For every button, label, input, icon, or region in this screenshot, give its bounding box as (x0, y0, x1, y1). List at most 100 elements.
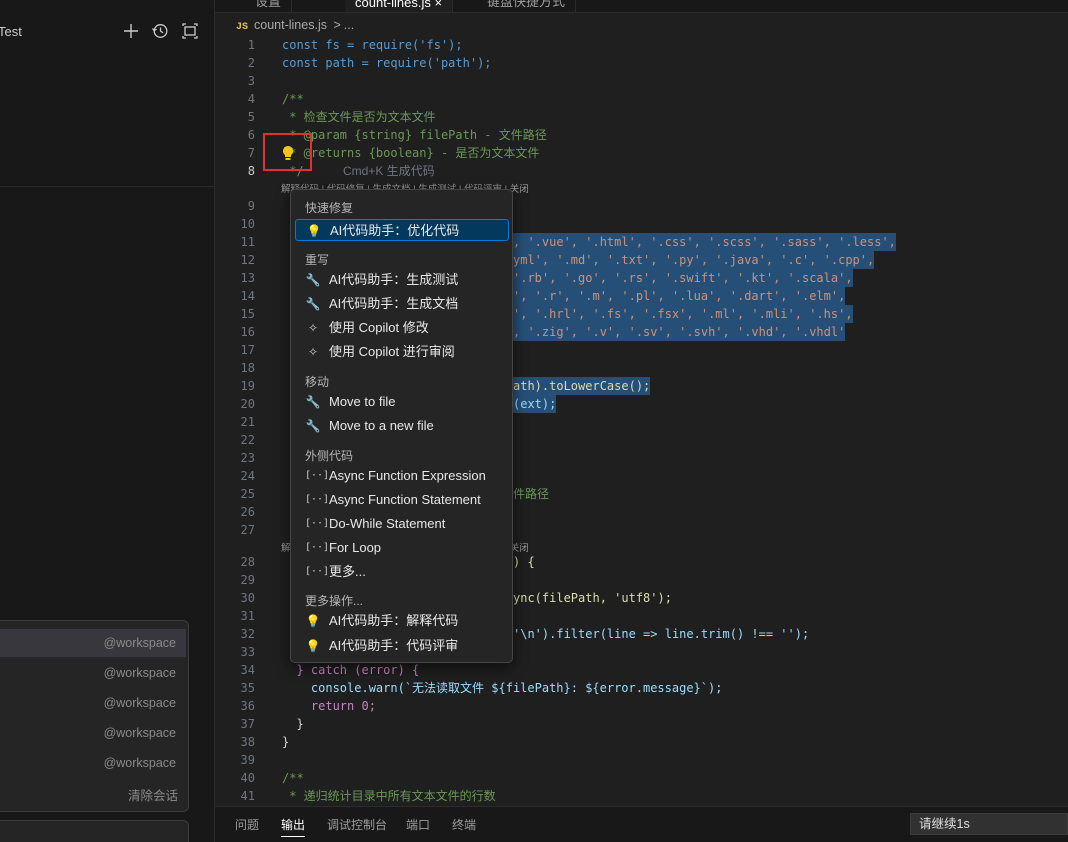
tab-terminal[interactable]: 终端 (452, 816, 476, 833)
sidebar-divider (0, 186, 215, 187)
history-item-label: @workspace (103, 756, 176, 770)
snippet-icon: [··] (305, 494, 330, 505)
menu-item-generate-test[interactable]: 🔧 AI代码助手：生成测试 (295, 269, 509, 291)
line-number: 33 (240, 645, 255, 659)
history-item[interactable]: @workspace (0, 629, 186, 657)
code-line: '.rb', '.go', '.rs', '.swift', '.kt', '.… (513, 269, 853, 287)
menu-item-label: 使用 Copilot 进行审阅 (329, 344, 455, 359)
tab-keybindings[interactable]: 键盘快捷方式 (477, 0, 577, 12)
tab-debug-console[interactable]: 调试控制台 (327, 816, 387, 833)
code-line: * 检查文件是否为文本文件 (282, 110, 436, 124)
code-line: ath).toLowerCase(); (513, 377, 651, 395)
line-number: 35 (240, 681, 255, 695)
line-number: 17 (240, 343, 255, 357)
clear-chat-button[interactable]: 清除会话 (128, 785, 178, 804)
code-line: /** (282, 771, 304, 785)
tab-count-lines[interactable]: count-lines.js × (345, 0, 454, 12)
menu-item-label: Do-While Statement (329, 516, 446, 531)
breadcrumb-file[interactable]: count-lines.js (254, 18, 327, 32)
menu-item-for-loop[interactable]: [··] For Loop (295, 537, 509, 559)
menu-item-move-to-file[interactable]: 🔧 Move to file (295, 391, 509, 413)
menu-item-label: Async Function Expression (329, 468, 486, 483)
history-item[interactable]: @workspace (0, 719, 186, 747)
tab-label: 设置 (255, 0, 282, 9)
line-number: 18 (240, 361, 255, 375)
menu-item-code-review[interactable]: 💡 AI代码助手：代码评审 (295, 635, 509, 657)
line-number: 15 (240, 307, 255, 321)
menu-item-explain-code[interactable]: 💡 AI代码助手：解释代码 (295, 610, 509, 632)
line-number: 9 (247, 199, 255, 213)
code-line: } (282, 735, 290, 749)
code-line: * @param {string} filePath - 文件路径 (282, 128, 547, 142)
tab-output[interactable]: 输出 (281, 816, 306, 837)
menu-item-label: 使用 Copilot 修改 (329, 320, 429, 335)
line-number: 6 (247, 128, 255, 142)
code-line: const fs = require('fs'); (282, 38, 463, 52)
code-line: } (282, 717, 304, 731)
menu-item-label: AI代码助手：优化代码 (330, 223, 460, 238)
bottom-panel-bar: 问题 输出 调试控制台 端口 终端 请继续1s (215, 806, 1068, 842)
code-line: console.warn(`无法读取文件 ${filePath}: ${erro… (282, 681, 723, 695)
close-icon[interactable]: × (435, 0, 443, 10)
menu-item-copilot-modify[interactable]: ✧ 使用 Copilot 修改 (295, 317, 509, 339)
code-line: /** (282, 92, 304, 106)
line-number: 28 (240, 555, 255, 569)
line-number: 4 (247, 92, 255, 106)
menu-item-async-statement[interactable]: [··] Async Function Statement (295, 489, 509, 511)
code-line: * 递归统计目录中所有文本文件的行数 (282, 789, 496, 803)
line-number: 8 (247, 164, 255, 178)
maximize-icon[interactable] (181, 22, 201, 42)
history-item-label: @workspace (103, 726, 176, 740)
menu-item-do-while[interactable]: [··] Do-While Statement (295, 513, 509, 535)
menu-group-rewrite: 重写 (305, 253, 330, 267)
code-line: return 0; (282, 699, 376, 713)
line-number: 36 (240, 699, 255, 713)
menu-item-move-to-new-file[interactable]: 🔧 Move to a new file (295, 415, 509, 437)
sparkle-icon: ✧ (307, 345, 319, 359)
tab-problems[interactable]: 问题 (235, 816, 259, 833)
line-number: 26 (240, 505, 255, 519)
code-line: '\n').filter(line => line.trim() !== '')… (513, 627, 810, 641)
menu-group-more-actions: 更多操作... (305, 594, 364, 608)
code-line: , '.zig', '.v', '.sv', '.svh', '.vhd', '… (513, 323, 846, 341)
menu-item-label: Move to file (329, 394, 396, 409)
code-line: , '.vue', '.html', '.css', '.scss', '.sa… (513, 233, 896, 251)
history-item[interactable]: @workspace (0, 749, 186, 777)
breadcrumb-symbol[interactable]: ... (344, 18, 354, 32)
tab-label: count-lines.js (355, 0, 431, 10)
line-number: 10 (240, 217, 255, 231)
menu-item-label: AI代码助手：解释代码 (329, 613, 459, 628)
menu-group-move: 移动 (305, 375, 330, 389)
history-item[interactable]: @workspace (0, 689, 186, 717)
line-number: 23 (240, 451, 255, 465)
line-number: 32 (240, 627, 255, 641)
line-number: 16 (240, 325, 255, 339)
code-line: } catch (error) { (282, 663, 420, 677)
history-item[interactable]: @workspace (0, 659, 186, 687)
menu-item-optimize-code[interactable]: 💡 AI代码助手：优化代码 (295, 219, 509, 241)
chat-input-box[interactable] (0, 820, 189, 842)
line-number: 11 (240, 235, 255, 249)
menu-item-generate-doc[interactable]: 🔧 AI代码助手：生成文档 (295, 293, 509, 315)
menu-item-label: AI代码助手：生成文档 (329, 296, 459, 311)
js-file-icon: JS (236, 22, 249, 33)
add-icon[interactable] (122, 22, 142, 42)
lightbulb-highlight-box (263, 133, 312, 171)
history-item-label: @workspace (103, 696, 176, 710)
menu-item-copilot-review[interactable]: ✧ 使用 Copilot 进行审阅 (295, 341, 509, 363)
menu-item-label: Async Function Statement (329, 492, 481, 507)
line-number: 40 (240, 771, 255, 785)
code-line: * @returns {boolean} - 是否为文本文件 (282, 146, 540, 160)
lightbulb-icon: 💡 (306, 224, 322, 238)
wrench-icon: 🔧 (305, 297, 321, 311)
line-number: 39 (240, 753, 255, 767)
line-number: 2 (247, 56, 255, 70)
output-channel-select[interactable]: 请继续1s (910, 813, 1068, 835)
tab-ports[interactable]: 端口 (406, 816, 430, 833)
menu-item-more[interactable]: [··] 更多... (295, 561, 509, 583)
tab-settings[interactable]: 设置 (245, 0, 293, 12)
history-icon[interactable] (151, 22, 171, 42)
menu-item-async-expression[interactable]: [··] Async Function Expression (295, 465, 509, 487)
history-item-label: @workspace (103, 636, 176, 650)
line-number: 31 (240, 609, 255, 623)
